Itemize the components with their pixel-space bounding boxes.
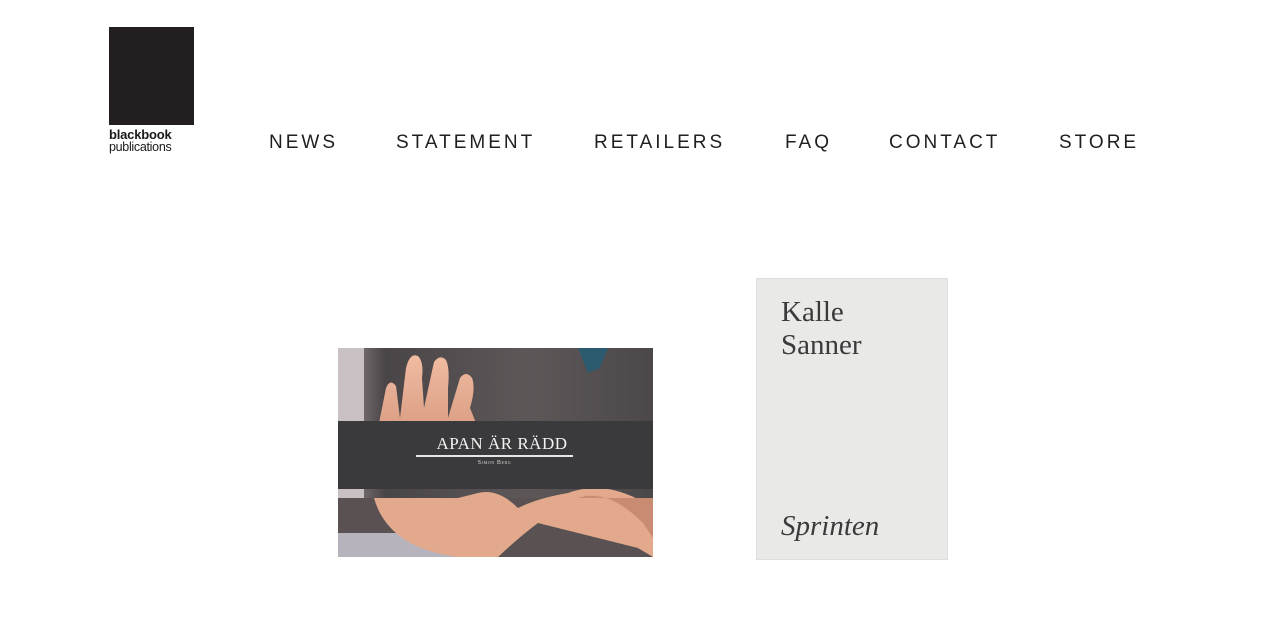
book-cover-author: Kalle Sanner xyxy=(781,296,941,362)
site-logo[interactable]: blackbook publications xyxy=(109,27,195,153)
nav-news[interactable]: NEWS xyxy=(269,131,338,155)
book-cover-author: Simon Berg xyxy=(477,460,512,466)
book-cover-author-last: Sanner xyxy=(781,329,862,361)
book-cover-author-first: Kalle xyxy=(781,296,844,328)
nav-contact[interactable]: CONTACT xyxy=(889,131,1000,155)
nav-faq[interactable]: FAQ xyxy=(785,131,832,155)
book-cover-title: Sprinten xyxy=(781,510,880,542)
book-sprinten[interactable]: Kalle Sanner Sprinten xyxy=(756,278,948,560)
logo-text-line2: publications xyxy=(109,140,172,154)
nav-store[interactable]: STORE xyxy=(1059,131,1139,155)
nav-retailers[interactable]: RETAILERS xyxy=(594,131,725,155)
book-apan-ar-radd[interactable]: APAN ÄR RÄDD Simon Berg xyxy=(338,348,653,557)
nav-statement[interactable]: STATEMENT xyxy=(396,131,535,155)
logo-mark xyxy=(109,27,194,125)
book-cover-rule xyxy=(416,455,573,457)
book-cover-title: APAN ÄR RÄDD xyxy=(436,434,568,453)
